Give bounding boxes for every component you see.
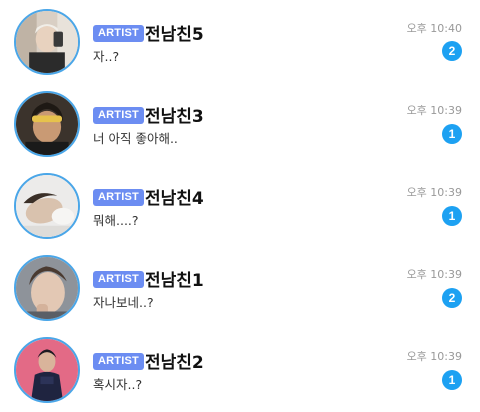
chat-name: 전남친3	[145, 107, 204, 127]
headband-avatar-image	[16, 93, 78, 155]
artist-badge: ARTIST	[93, 353, 144, 370]
chat-name: 전남친1	[145, 271, 204, 291]
message-preview: 너 아직 좋아해..	[93, 131, 178, 146]
chat-name: 전남친5	[145, 25, 204, 45]
unread-count-badge: 2	[442, 288, 462, 308]
avatar[interactable]	[14, 255, 80, 321]
closeup-avatar-image	[16, 257, 78, 319]
avatar[interactable]	[14, 337, 80, 403]
message-time: 오후 10:39	[406, 186, 462, 199]
message-time: 오후 10:40	[406, 22, 462, 35]
artist-badge: ARTIST	[93, 271, 144, 288]
message-preview: 혹시자..?	[93, 377, 143, 392]
chat-row[interactable]: ARTIST 전남친2 혹시자..? 오후 10:39 1	[0, 328, 480, 410]
chat-list: ARTIST 전남친5 자..? 오후 10:40 2 ARTIST 전남친3 …	[0, 0, 480, 412]
avatar[interactable]	[14, 9, 80, 75]
chat-name: 전남친2	[145, 353, 204, 373]
message-preview: 뭐해....?	[93, 213, 139, 228]
unread-count-badge: 1	[442, 124, 462, 144]
chat-name: 전남친4	[145, 189, 204, 209]
chat-row[interactable]: ARTIST 전남친3 너 아직 좋아해.. 오후 10:39 1	[0, 82, 480, 164]
message-time: 오후 10:39	[406, 268, 462, 281]
selfie-avatar-image	[16, 11, 78, 73]
artist-badge: ARTIST	[93, 189, 144, 206]
chat-row[interactable]: ARTIST 전남친4 뭐해....? 오후 10:39 1	[0, 164, 480, 246]
unread-count-badge: 2	[442, 41, 462, 61]
unread-count-badge: 1	[442, 370, 462, 390]
message-preview: 자..?	[93, 49, 120, 64]
artist-badge: ARTIST	[93, 25, 144, 42]
chat-row[interactable]: ARTIST 전남친1 자나보네..? 오후 10:39 2	[0, 246, 480, 328]
unread-count-badge: 1	[442, 206, 462, 226]
message-time: 오후 10:39	[406, 350, 462, 363]
pink-background-avatar-image	[16, 339, 78, 401]
avatar[interactable]	[14, 173, 80, 239]
chat-row[interactable]: ARTIST 전남친5 자..? 오후 10:40 2	[0, 0, 480, 82]
artist-badge: ARTIST	[93, 107, 144, 124]
message-preview: 자나보네..?	[93, 295, 154, 310]
message-time: 오후 10:39	[406, 104, 462, 117]
lying-down-avatar-image	[16, 175, 78, 237]
avatar[interactable]	[14, 91, 80, 157]
